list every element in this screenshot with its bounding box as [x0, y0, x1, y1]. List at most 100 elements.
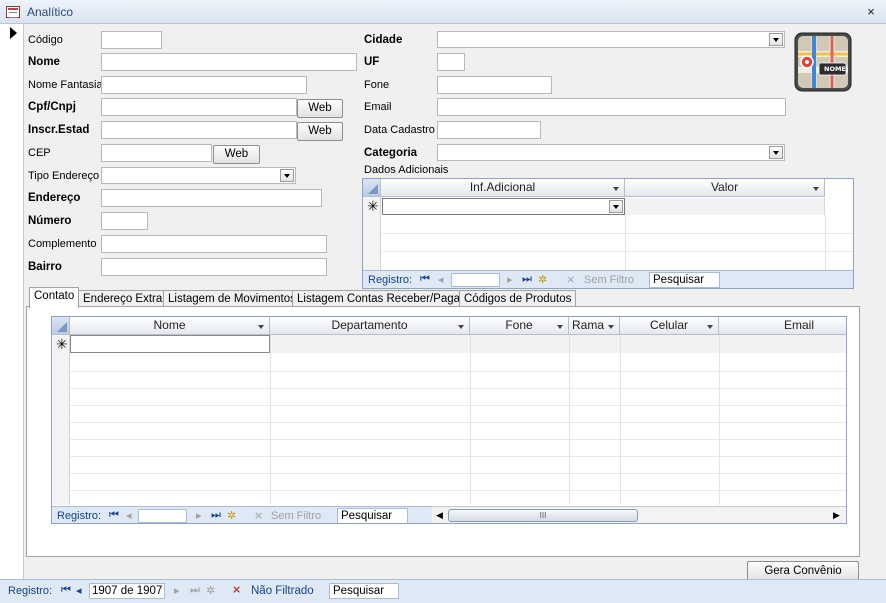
next-record-icon[interactable]: ▸	[507, 273, 513, 286]
scroll-right-icon[interactable]: ▶	[833, 510, 840, 521]
chevron-down-icon[interactable]	[280, 169, 294, 182]
tab-contas-receber-pagar[interactable]: Listagem Contas Receber/Pagar	[292, 290, 469, 307]
filter-status[interactable]: Sem Filtro	[271, 510, 321, 522]
filter-icon[interactable]: ⨯	[232, 583, 241, 596]
record-selector[interactable]	[0, 24, 24, 579]
search-input[interactable]: Pesquisar	[337, 508, 408, 523]
main-record-navigation: Registro: ⏮ ◂ 1907 de 1907 ▸ ⏭ ✲ ⨯ Não F…	[0, 579, 886, 603]
tipo-endereco-combo[interactable]	[101, 167, 296, 184]
categoria-combo[interactable]	[437, 144, 785, 161]
new-row-cells[interactable]	[270, 335, 846, 353]
last-record-icon[interactable]: ⏭	[522, 273, 532, 286]
cpf-cnpj-label: Cpf/Cnpj	[28, 101, 76, 113]
window-title: Analítico	[27, 5, 74, 19]
first-record-icon[interactable]: ⏮	[109, 509, 119, 522]
nome-field[interactable]	[101, 53, 357, 71]
filter-icon[interactable]: ⨯	[254, 509, 263, 522]
filter-status[interactable]: Não Filtrado	[251, 585, 314, 597]
select-all-corner[interactable]	[52, 317, 70, 335]
complemento-field[interactable]	[101, 235, 327, 253]
new-record-nav-icon[interactable]: ✲	[227, 509, 236, 522]
new-record-nav-icon[interactable]: ✲	[206, 584, 215, 597]
email-field[interactable]	[437, 98, 786, 116]
categoria-label: Categoria	[364, 147, 418, 159]
new-record-nav-icon[interactable]: ✲	[538, 273, 547, 286]
grid-header-ramal[interactable]: Rama	[569, 317, 620, 335]
first-record-icon[interactable]: ⏮	[61, 584, 71, 597]
new-record-icon: ✳	[367, 198, 379, 214]
previous-record-icon[interactable]: ◂	[438, 273, 444, 286]
cep-label: CEP	[28, 147, 51, 159]
fone-label: Fone	[364, 79, 390, 91]
scroll-left-icon[interactable]: ◀	[436, 510, 443, 521]
select-all-corner[interactable]	[363, 179, 381, 197]
nav-label: Registro:	[8, 585, 53, 597]
codigo-field[interactable]	[101, 31, 162, 49]
record-number-input[interactable]	[138, 509, 187, 523]
tab-endereco-extra[interactable]: Endereço Extra	[78, 290, 168, 307]
tab-codigos-produtos[interactable]: Códigos de Produtos	[459, 290, 577, 307]
cep-web-button[interactable]: Web	[213, 145, 260, 164]
bairro-label: Bairro	[28, 261, 62, 273]
grid-header-fone[interactable]: Fone	[470, 317, 569, 335]
data-cadastro-field[interactable]	[437, 121, 541, 139]
map-icon[interactable]: NOME	[794, 32, 852, 92]
grid-header-valor[interactable]: Valor	[625, 179, 825, 197]
last-record-icon[interactable]: ⏭	[190, 584, 200, 597]
inscr-estad-field[interactable]	[101, 121, 297, 139]
uf-label: UF	[364, 56, 380, 68]
scroll-thumb[interactable]: III	[448, 509, 638, 522]
bairro-field[interactable]	[101, 258, 327, 276]
row-selector-column[interactable]	[52, 335, 70, 505]
previous-record-icon[interactable]: ◂	[76, 584, 82, 597]
numero-label: Número	[28, 215, 72, 227]
valor-cell[interactable]	[625, 198, 825, 215]
data-cadastro-label: Data Cadastro	[364, 124, 435, 136]
first-record-icon[interactable]: ⏮	[420, 273, 430, 286]
tipo-endereco-label: Tipo Endereço	[28, 170, 100, 182]
nome-label: Nome	[28, 56, 60, 68]
dados-adicionais-navigation: Registro: ⏮ ◂ ▸ ⏭ ✲ ⨯ Sem Filtro Pesquis…	[363, 270, 853, 288]
grid-header-email[interactable]: Email	[719, 317, 846, 335]
grid-header-celular[interactable]: Celular	[620, 317, 719, 335]
tab-contato[interactable]: Contato	[29, 287, 80, 308]
grid-header-inf-adicional[interactable]: Inf.Adicional	[381, 179, 625, 197]
inf-adicional-combo[interactable]	[382, 198, 625, 215]
search-input[interactable]: Pesquisar	[329, 583, 399, 599]
gera-convenio-button[interactable]: Gera Convênio	[747, 561, 859, 581]
inscr-estad-web-button[interactable]: Web	[297, 122, 343, 141]
nome-cell[interactable]	[70, 335, 270, 353]
close-button[interactable]: ×	[863, 4, 879, 20]
contato-grid: Nome Departamento Fone Rama Celular Emai…	[51, 316, 847, 524]
fone-field[interactable]	[437, 76, 552, 94]
previous-record-icon[interactable]: ◂	[126, 509, 132, 522]
form-icon	[6, 6, 20, 18]
nome-fantasia-field[interactable]	[101, 76, 307, 94]
search-input[interactable]: Pesquisar	[649, 272, 720, 288]
chevron-down-icon[interactable]	[769, 146, 783, 159]
map-icon-badge: NOME	[824, 65, 846, 73]
numero-field[interactable]	[101, 212, 148, 230]
tab-listagem-movimentos[interactable]: Listagem de Movimentos	[163, 290, 301, 307]
cpf-cnpj-field[interactable]	[101, 98, 297, 116]
next-record-icon[interactable]: ▸	[174, 584, 180, 597]
endereco-field[interactable]	[101, 189, 322, 207]
grid-header-nome[interactable]: Nome	[70, 317, 270, 335]
cidade-label: Cidade	[364, 34, 403, 46]
horizontal-scrollbar[interactable]: ◀ III ▶	[432, 506, 846, 523]
record-number-input[interactable]	[451, 273, 500, 287]
grid-header-departamento[interactable]: Departamento	[270, 317, 470, 335]
uf-field[interactable]	[437, 53, 465, 71]
filter-icon[interactable]: ⨯	[566, 273, 575, 286]
cidade-combo[interactable]	[437, 31, 785, 48]
current-record-arrow-icon	[10, 27, 17, 39]
last-record-icon[interactable]: ⏭	[211, 509, 221, 522]
chevron-down-icon[interactable]	[769, 33, 783, 46]
record-number-input[interactable]: 1907 de 1907	[89, 583, 165, 599]
cpf-cnpj-web-button[interactable]: Web	[297, 99, 343, 118]
filter-status[interactable]: Sem Filtro	[584, 274, 634, 286]
cep-field[interactable]	[101, 144, 212, 162]
next-record-icon[interactable]: ▸	[196, 509, 202, 522]
complemento-label: Complemento	[28, 238, 97, 250]
chevron-down-icon[interactable]	[609, 200, 623, 213]
